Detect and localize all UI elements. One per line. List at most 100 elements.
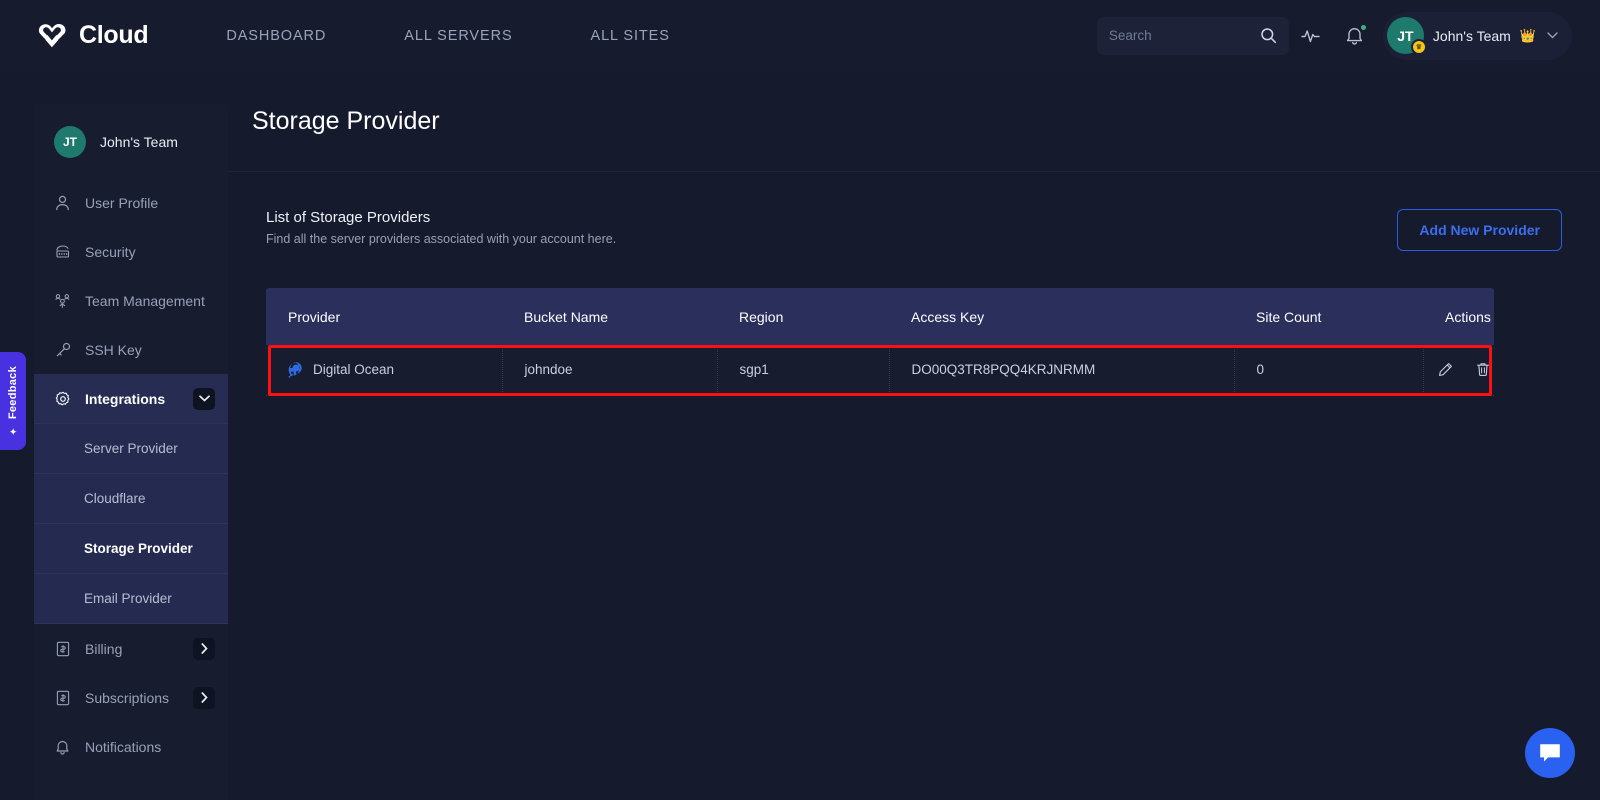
brand-logo[interactable]: Cloud bbox=[34, 21, 148, 51]
sparkle-icon: ✦ bbox=[9, 425, 17, 436]
providers-table-wrapper: Provider Bucket Name Region Access Key S… bbox=[266, 288, 1562, 396]
panel-header: List of Storage Providers Find all the s… bbox=[266, 209, 1562, 251]
column-header-provider: Provider bbox=[266, 288, 502, 345]
panel-subtitle: Find all the server providers associated… bbox=[266, 232, 616, 246]
edit-pencil-icon[interactable] bbox=[1438, 362, 1453, 377]
cloud-x-logo-icon bbox=[34, 21, 72, 51]
sidebar-item-team-management[interactable]: Team Management bbox=[34, 276, 228, 325]
storage-providers-panel: List of Storage Providers Find all the s… bbox=[228, 172, 1600, 396]
crown-icon: 👑 bbox=[1520, 28, 1536, 44]
table-header: Provider Bucket Name Region Access Key S… bbox=[266, 288, 1494, 345]
sidebar-subitem-server-provider[interactable]: Server Provider bbox=[34, 423, 228, 473]
search-box[interactable] bbox=[1097, 17, 1289, 55]
sidebar-subitem-email-provider[interactable]: Email Provider bbox=[34, 573, 228, 623]
sidebar-item-label: User Profile bbox=[85, 195, 158, 211]
cell-site-count: 0 bbox=[1234, 345, 1423, 395]
column-header-bucket-name: Bucket Name bbox=[502, 288, 717, 345]
table-body: Digital Ocean johndoe sgp1 DO00Q3TR8PQQ4… bbox=[266, 345, 1494, 395]
column-header-site-count: Site Count bbox=[1234, 288, 1423, 345]
provider-name: Digital Ocean bbox=[313, 362, 394, 377]
row-actions bbox=[1438, 362, 1495, 377]
chevron-down-icon[interactable] bbox=[1547, 30, 1558, 42]
sidebar-subitem-label: Server Provider bbox=[84, 441, 178, 456]
search-input[interactable] bbox=[1109, 28, 1249, 43]
sidebar-item-label: Notifications bbox=[85, 739, 161, 755]
topbar-right-cluster: JT ♛ John's Team 👑 bbox=[1097, 0, 1572, 71]
sidebar-subitem-label: Storage Provider bbox=[84, 541, 193, 556]
panel-title: List of Storage Providers bbox=[266, 209, 616, 226]
avatar: JT ♛ bbox=[1387, 17, 1424, 54]
table-header-row: Provider Bucket Name Region Access Key S… bbox=[266, 288, 1494, 345]
sidebar-item-integrations[interactable]: Integrations bbox=[34, 374, 228, 423]
sidebar-item-label: Subscriptions bbox=[85, 690, 169, 706]
sidebar-item-subscriptions[interactable]: Subscriptions bbox=[34, 673, 228, 722]
sidebar-avatar: JT bbox=[54, 126, 86, 158]
panel-header-text: List of Storage Providers Find all the s… bbox=[266, 209, 616, 246]
app-root: Cloud DASHBOARD ALL SERVERS ALL SITES bbox=[0, 0, 1600, 800]
cell-bucket-name: johndoe bbox=[502, 345, 717, 395]
subscription-icon bbox=[54, 690, 71, 706]
chat-bubble-icon bbox=[1538, 742, 1562, 764]
sidebar-subitem-label: Email Provider bbox=[84, 591, 172, 606]
sidebar-subitem-cloudflare[interactable]: Cloudflare bbox=[34, 473, 228, 523]
nav-all-sites[interactable]: ALL SITES bbox=[565, 28, 696, 44]
nav-dashboard[interactable]: DASHBOARD bbox=[226, 28, 352, 44]
cell-access-key: DO00Q3TR8PQQ4KRJNRMM bbox=[889, 345, 1234, 395]
chevron-right-icon[interactable] bbox=[193, 687, 215, 709]
user-menu[interactable]: JT ♛ John's Team 👑 bbox=[1383, 12, 1572, 60]
sidebar-item-label: SSH Key bbox=[85, 342, 142, 358]
billing-icon bbox=[54, 641, 71, 657]
cell-actions bbox=[1423, 345, 1494, 395]
table-row[interactable]: Digital Ocean johndoe sgp1 DO00Q3TR8PQQ4… bbox=[266, 345, 1494, 395]
team-icon bbox=[54, 293, 71, 309]
column-header-access-key: Access Key bbox=[889, 288, 1234, 345]
sidebar-item-label: Security bbox=[85, 244, 136, 260]
key-icon bbox=[54, 342, 71, 358]
add-new-provider-button[interactable]: Add New Provider bbox=[1397, 209, 1562, 251]
fingerprint-icon bbox=[54, 244, 71, 259]
sidebar-item-label: Integrations bbox=[85, 391, 165, 407]
sidebar-item-ssh-key[interactable]: SSH Key bbox=[34, 325, 228, 374]
integrations-submenu: Server Provider Cloudflare Storage Provi… bbox=[34, 423, 228, 624]
sidebar-subitem-label: Cloudflare bbox=[84, 491, 146, 506]
chevron-right-icon[interactable] bbox=[193, 638, 215, 660]
nav-all-servers[interactable]: ALL SERVERS bbox=[378, 28, 538, 44]
storage-providers-table: Provider Bucket Name Region Access Key S… bbox=[266, 288, 1494, 396]
sidebar-item-label: Team Management bbox=[85, 293, 205, 309]
column-header-region: Region bbox=[717, 288, 889, 345]
cell-provider: Digital Ocean bbox=[266, 345, 502, 395]
cell-region: sgp1 bbox=[717, 345, 889, 395]
sidebar-item-security[interactable]: Security bbox=[34, 227, 228, 276]
gear-icon bbox=[54, 391, 71, 407]
page-title: Storage Provider bbox=[252, 107, 440, 136]
avatar-initials: JT bbox=[1397, 28, 1413, 44]
sidebar-team-name: John's Team bbox=[100, 134, 178, 150]
sidebar-item-label: Billing bbox=[85, 641, 122, 657]
activity-pulse-icon[interactable] bbox=[1289, 14, 1333, 58]
feedback-label: Feedback bbox=[7, 366, 19, 419]
sidebar-item-notifications[interactable]: Notifications bbox=[34, 722, 228, 771]
chevron-down-icon[interactable] bbox=[193, 388, 215, 410]
user-icon bbox=[54, 195, 71, 211]
bell-icon[interactable] bbox=[1333, 14, 1377, 58]
notification-badge-dot bbox=[1361, 25, 1366, 30]
main-content: Storage Provider List of Storage Provide… bbox=[228, 71, 1600, 800]
column-header-actions: Actions bbox=[1423, 288, 1494, 345]
bell-icon bbox=[54, 739, 71, 755]
trash-icon[interactable] bbox=[1476, 362, 1490, 377]
digital-ocean-logo-icon bbox=[288, 362, 304, 378]
sidebar-item-user-profile[interactable]: User Profile bbox=[34, 178, 228, 227]
sidebar-subitem-storage-provider[interactable]: Storage Provider bbox=[34, 523, 228, 573]
brand-name: Cloud bbox=[79, 21, 148, 50]
page-header: Storage Provider bbox=[228, 71, 1600, 172]
search-icon[interactable] bbox=[1260, 27, 1277, 44]
sidebar: JT John's Team User Profile Securi bbox=[34, 104, 228, 800]
sidebar-avatar-initials: JT bbox=[63, 135, 77, 149]
chat-support-button[interactable] bbox=[1525, 728, 1575, 778]
feedback-tab[interactable]: Feedback ✦ bbox=[0, 352, 26, 450]
sidebar-item-billing[interactable]: Billing bbox=[34, 624, 228, 673]
avatar-crown-badge: ♛ bbox=[1411, 39, 1427, 55]
main-nav: DASHBOARD ALL SERVERS ALL SITES bbox=[226, 28, 695, 44]
provider-cell-content: Digital Ocean bbox=[288, 362, 502, 378]
sidebar-team-header[interactable]: JT John's Team bbox=[34, 104, 228, 178]
